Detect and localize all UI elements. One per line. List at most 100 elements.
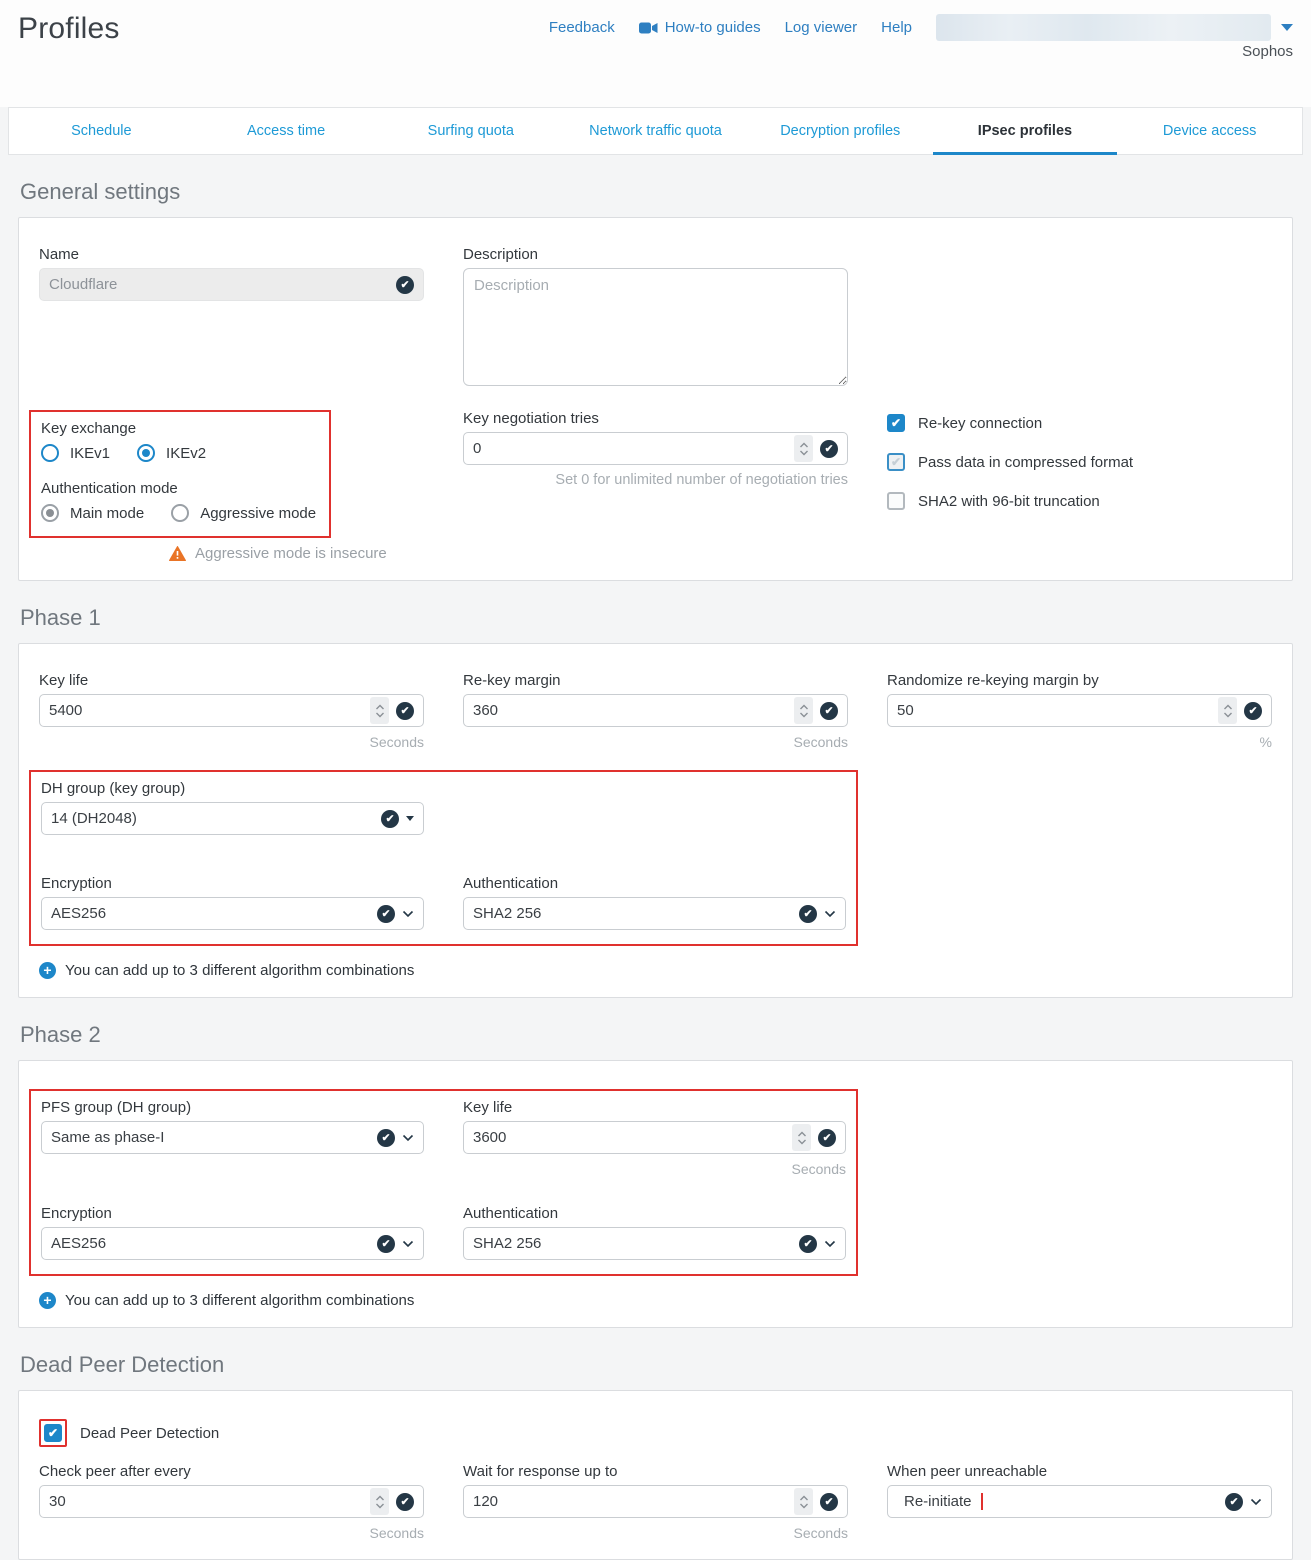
checkbox-dead-peer-detection[interactable]: ✔ Dead Peer Detection <box>39 1419 1272 1447</box>
account-menu[interactable] <box>936 14 1271 41</box>
seconds-unit: Seconds <box>463 1161 846 1177</box>
tab-network-traffic-quota[interactable]: Network traffic quota <box>563 108 748 154</box>
tab-decryption-profiles[interactable]: Decryption profiles <box>748 108 933 154</box>
ikev1-label: IKEv1 <box>70 445 110 462</box>
dpd-checkbox-label: Dead Peer Detection <box>80 1425 219 1442</box>
help-link[interactable]: Help <box>881 19 912 36</box>
when-unreachable-select[interactable]: Re-initiate ✔ <box>887 1485 1272 1518</box>
description-textarea[interactable] <box>463 268 848 386</box>
phase1-key-life-input[interactable]: 5400 ✔ <box>39 694 424 727</box>
phase2-card: PFS group (DH group) Same as phase-I ✔ K… <box>18 1060 1293 1328</box>
valid-check-icon: ✔ <box>377 1129 395 1147</box>
main-mode-label: Main mode <box>70 505 144 522</box>
checkbox-sha2-truncation[interactable]: SHA2 with 96-bit truncation <box>887 492 1272 510</box>
check-peer-value: 30 <box>49 1493 363 1510</box>
rekey-margin-input[interactable]: 360 ✔ <box>463 694 848 727</box>
tab-schedule[interactable]: Schedule <box>9 108 194 154</box>
valid-check-icon: ✔ <box>820 440 838 458</box>
top-nav: Feedback How-to guides Log viewer Help <box>549 14 1293 41</box>
tab-ipsec-profiles[interactable]: IPsec profiles <box>933 108 1118 154</box>
key-exchange-highlight-box: Key exchange IKEv1 IKEv2 Authentication … <box>29 410 331 538</box>
plus-circle-icon[interactable]: + <box>39 962 56 979</box>
dpd-heading: Dead Peer Detection <box>20 1352 1291 1378</box>
check-peer-input[interactable]: 30 ✔ <box>39 1485 424 1518</box>
help-label: Help <box>881 19 912 36</box>
checkbox-pass-compressed[interactable]: ✔ Pass data in compressed format <box>887 453 1272 471</box>
phase2-combo-note: + You can add up to 3 different algorith… <box>39 1292 1272 1309</box>
chevron-down-icon <box>824 1240 836 1248</box>
phase1-combo-note: + You can add up to 3 different algorith… <box>39 962 1272 979</box>
phase1-authentication-select[interactable]: SHA2 256 ✔ <box>463 897 846 930</box>
tab-access-time[interactable]: Access time <box>194 108 379 154</box>
number-stepper-icon[interactable] <box>794 435 813 462</box>
phase2-authentication-select[interactable]: SHA2 256 ✔ <box>463 1227 846 1260</box>
key-negotiation-input[interactable]: 0 ✔ <box>463 432 848 465</box>
radio-aggressive-mode[interactable] <box>171 504 189 522</box>
number-stepper-icon[interactable] <box>794 1488 813 1515</box>
phase2-encryption-select[interactable]: AES256 ✔ <box>41 1227 424 1260</box>
checkbox-checked-icon[interactable]: ✔ <box>44 1424 62 1442</box>
chevron-down-icon <box>402 1134 414 1142</box>
log-viewer-link[interactable]: Log viewer <box>785 19 858 36</box>
number-stepper-icon[interactable] <box>794 697 813 724</box>
tab-bar: Schedule Access time Surfing quota Netwo… <box>8 107 1303 155</box>
checkbox-unchecked-icon[interactable]: ✔ <box>887 453 905 471</box>
number-stepper-icon[interactable] <box>792 1124 811 1151</box>
general-settings-card: Name Cloudflare ✔ Description Key exchan… <box>18 217 1293 581</box>
dh-group-select[interactable]: 14 (DH2048) ✔ <box>41 802 424 835</box>
phase2-key-life-value: 3600 <box>473 1129 785 1146</box>
checkbox-unchecked-icon[interactable] <box>887 492 905 510</box>
wait-response-input[interactable]: 120 ✔ <box>463 1485 848 1518</box>
check-peer-label: Check peer after every <box>39 1463 424 1480</box>
feedback-link[interactable]: Feedback <box>549 19 615 36</box>
phase1-algorithms-highlight-box: DH group (key group) 14 (DH2048) ✔ Encry… <box>29 770 858 946</box>
tab-surfing-quota[interactable]: Surfing quota <box>378 108 563 154</box>
phase2-key-life-label: Key life <box>463 1099 846 1116</box>
dh-group-label: DH group (key group) <box>41 780 424 797</box>
number-stepper-icon[interactable] <box>1218 697 1237 724</box>
name-value: Cloudflare <box>49 276 389 293</box>
radio-ikev2[interactable] <box>137 444 155 462</box>
when-unreachable-label: When peer unreachable <box>887 1463 1272 1480</box>
wait-response-value: 120 <box>473 1493 787 1510</box>
valid-check-icon: ✔ <box>818 1129 836 1147</box>
randomize-margin-input[interactable]: 50 ✔ <box>887 694 1272 727</box>
number-stepper-icon[interactable] <box>370 1488 389 1515</box>
phase1-encryption-label: Encryption <box>41 875 424 892</box>
number-stepper-icon[interactable] <box>370 697 389 724</box>
radio-ikev1[interactable] <box>41 444 59 462</box>
phase1-encryption-select[interactable]: AES256 ✔ <box>41 897 424 930</box>
checkbox-checked-icon[interactable]: ✔ <box>887 414 905 432</box>
valid-check-icon: ✔ <box>820 1493 838 1511</box>
checkbox-rekey-connection[interactable]: ✔ Re-key connection <box>887 414 1272 432</box>
rekey-margin-value: 360 <box>473 702 787 719</box>
log-viewer-label: Log viewer <box>785 19 858 36</box>
key-exchange-label: Key exchange <box>41 420 319 437</box>
phase2-authentication-value: SHA2 256 <box>473 1235 792 1252</box>
chevron-down-icon <box>1250 1498 1262 1506</box>
video-camera-icon <box>639 22 658 34</box>
randomize-margin-value: 50 <box>897 702 1211 719</box>
dropdown-caret-icon[interactable] <box>1281 24 1293 31</box>
phase2-heading: Phase 2 <box>20 1022 1291 1048</box>
brand-label: Sophos <box>1242 43 1293 60</box>
howto-guides-label: How-to guides <box>665 19 761 36</box>
sha2-truncation-label: SHA2 with 96-bit truncation <box>918 493 1100 510</box>
chevron-down-icon <box>824 910 836 918</box>
howto-guides-link[interactable]: How-to guides <box>639 19 761 36</box>
radio-main-mode[interactable] <box>41 504 59 522</box>
page-header: Profiles Feedback How-to guides Log view… <box>0 0 1311 107</box>
phase1-key-life-value: 5400 <box>49 702 363 719</box>
percent-unit: % <box>887 734 1272 750</box>
phase2-key-life-input[interactable]: 3600 ✔ <box>463 1121 846 1154</box>
valid-check-icon: ✔ <box>377 905 395 923</box>
pfs-group-select[interactable]: Same as phase-I ✔ <box>41 1121 424 1154</box>
tab-device-access[interactable]: Device access <box>1117 108 1302 154</box>
valid-check-icon: ✔ <box>381 810 399 828</box>
valid-check-icon: ✔ <box>799 905 817 923</box>
rekey-connection-label: Re-key connection <box>918 415 1042 432</box>
seconds-unit: Seconds <box>39 1525 424 1541</box>
valid-check-icon: ✔ <box>820 702 838 720</box>
phase1-encryption-value: AES256 <box>51 905 370 922</box>
plus-circle-icon[interactable]: + <box>39 1292 56 1309</box>
